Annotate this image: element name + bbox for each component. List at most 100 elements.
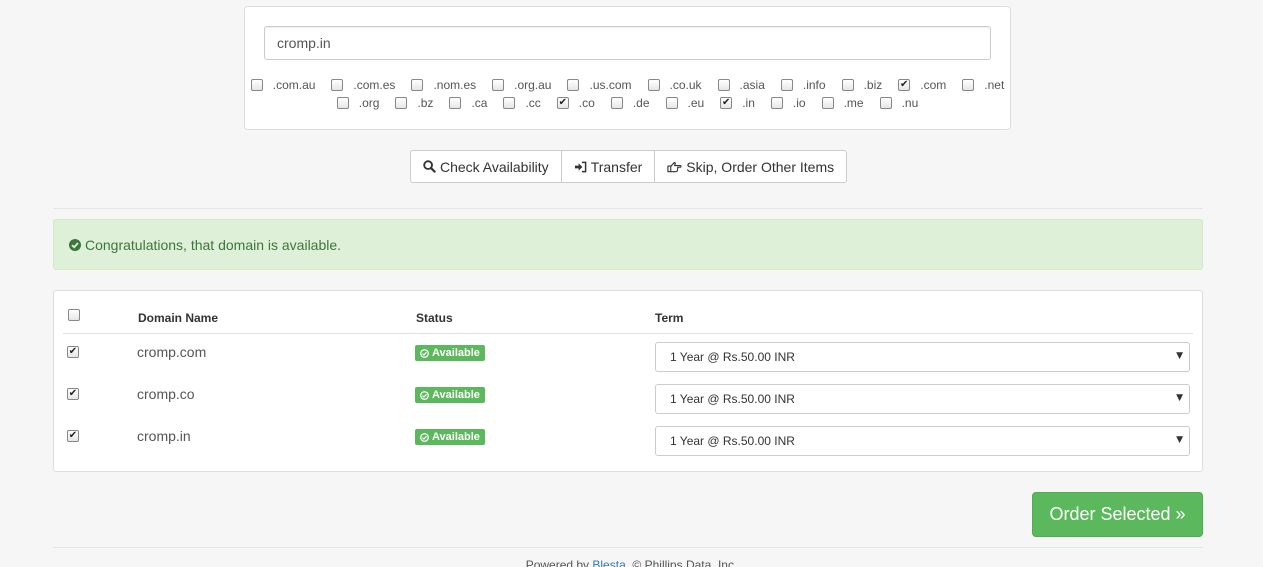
column-header-status: Status bbox=[416, 311, 453, 325]
table-row: ✔ cromp.co Available 1 Year @ Rs.50.00 INR ▼ bbox=[54, 375, 1202, 417]
tld-checkbox[interactable] bbox=[962, 79, 975, 91]
tld-label: .org bbox=[358, 96, 380, 110]
domain-action-buttons: Check Availability Transfer Skip, Order … bbox=[410, 150, 848, 183]
tld-label: .de bbox=[632, 96, 650, 110]
check-circle-icon bbox=[69, 238, 81, 251]
tld-checkbox[interactable] bbox=[770, 97, 783, 109]
search-icon bbox=[423, 160, 436, 173]
tld-checkbox[interactable] bbox=[492, 79, 505, 91]
tld-checkbox[interactable]: ✔ bbox=[556, 97, 569, 109]
tld-label: .bz bbox=[417, 96, 434, 110]
tld-label: .com.au bbox=[272, 78, 316, 92]
tld-checkbox[interactable] bbox=[821, 97, 834, 109]
tld-label: .biz bbox=[863, 78, 883, 92]
footer-suffix: , © Phillips Data, Inc. bbox=[625, 558, 738, 567]
tld-option[interactable]: .de bbox=[610, 94, 650, 112]
check-circle-icon bbox=[420, 390, 429, 400]
term-select[interactable]: 1 Year @ Rs.50.00 INR ▼ bbox=[655, 384, 1190, 414]
tld-checkbox[interactable] bbox=[780, 79, 793, 91]
chevron-down-icon: ▼ bbox=[1176, 393, 1183, 403]
tld-option[interactable]: .bz bbox=[395, 94, 433, 112]
order-selected-button[interactable]: Order Selected » bbox=[1032, 492, 1203, 537]
hand-point-right-icon bbox=[667, 161, 682, 172]
tld-label: .org.au bbox=[514, 78, 552, 92]
tld-options-row-1: .com.au .com.es .nom.es .org.au .us.com .co.u… bbox=[245, 76, 1010, 94]
transfer-button[interactable]: Transfer bbox=[560, 150, 656, 183]
tld-label: .cc bbox=[525, 96, 541, 110]
chevron-down-icon: ▼ bbox=[1176, 435, 1183, 445]
tld-label: .io bbox=[792, 96, 806, 110]
tld-checkbox[interactable] bbox=[665, 97, 678, 109]
tld-option[interactable]: .me bbox=[821, 94, 864, 112]
skip-order-other-button[interactable]: Skip, Order Other Items bbox=[654, 150, 848, 183]
tld-option[interactable]: .cc bbox=[503, 94, 541, 112]
alert-text: Congratulations, that domain is availabl… bbox=[85, 236, 342, 253]
tld-checkbox[interactable] bbox=[567, 79, 580, 91]
tld-option[interactable]: .co.uk bbox=[647, 76, 702, 94]
tld-option[interactable]: .info bbox=[780, 76, 826, 94]
check-circle-icon bbox=[420, 348, 429, 358]
row-checkbox[interactable]: ✔ bbox=[67, 346, 79, 358]
tld-checkbox[interactable] bbox=[449, 97, 462, 109]
tld-checkbox[interactable] bbox=[841, 79, 854, 91]
table-row: ✔ cromp.in Available 1 Year @ Rs.50.00 INR ▼ bbox=[54, 417, 1202, 459]
tld-label: .co bbox=[578, 96, 595, 110]
tld-options-row-2: .org .bz .ca .cc ✔ .co .de .eu ✔ .in .io .me .nu bbox=[245, 94, 1010, 112]
tld-option[interactable]: .org.au bbox=[492, 76, 551, 94]
tld-checkbox[interactable] bbox=[395, 97, 408, 109]
term-select[interactable]: 1 Year @ Rs.50.00 INR ▼ bbox=[655, 342, 1190, 372]
tld-option[interactable]: .com.es bbox=[331, 76, 395, 94]
domain-name: cromp.com bbox=[137, 344, 207, 360]
status-badge: Available bbox=[415, 387, 485, 403]
tld-label: .us.com bbox=[589, 78, 632, 92]
tld-checkbox[interactable] bbox=[503, 97, 516, 109]
tld-checkbox[interactable] bbox=[250, 79, 263, 91]
tld-checkbox[interactable] bbox=[610, 97, 623, 109]
term-select[interactable]: 1 Year @ Rs.50.00 INR ▼ bbox=[655, 426, 1190, 456]
row-checkbox[interactable]: ✔ bbox=[67, 430, 79, 442]
tld-option[interactable]: .nu bbox=[879, 94, 919, 112]
tld-checkbox[interactable]: ✔ bbox=[898, 79, 911, 91]
tld-option[interactable]: ✔ .co bbox=[556, 94, 595, 112]
status-text: Available bbox=[432, 347, 480, 359]
row-checkbox[interactable]: ✔ bbox=[67, 388, 79, 400]
tld-option[interactable]: .eu bbox=[665, 94, 704, 112]
tld-option[interactable]: .asia bbox=[717, 76, 765, 94]
sign-in-icon bbox=[574, 161, 587, 172]
tld-checkbox[interactable] bbox=[879, 97, 892, 109]
footer-prefix: Powered by bbox=[525, 558, 593, 567]
tld-checkbox[interactable] bbox=[411, 79, 424, 91]
tld-option[interactable]: .us.com bbox=[567, 76, 632, 94]
check-availability-button[interactable]: Check Availability bbox=[410, 150, 562, 183]
tld-option[interactable]: ✔ .com bbox=[898, 76, 946, 94]
tld-option[interactable]: ✔ .in bbox=[720, 94, 755, 112]
tld-label: .com.es bbox=[353, 78, 396, 92]
domain-search-input[interactable] bbox=[264, 26, 991, 60]
tld-option[interactable]: .io bbox=[770, 94, 806, 112]
tld-checkbox[interactable] bbox=[336, 97, 349, 109]
tld-checkbox[interactable] bbox=[717, 79, 730, 91]
tld-checkbox[interactable]: ✔ bbox=[720, 97, 733, 109]
status-text: Available bbox=[432, 389, 480, 401]
tld-label: .com bbox=[920, 78, 947, 92]
tld-option[interactable]: .com.au bbox=[250, 76, 316, 94]
status-badge: Available bbox=[415, 429, 485, 445]
domain-results-table: Domain Name Status Term ✔ cromp.com Availa… bbox=[53, 290, 1203, 472]
blesta-link[interactable]: Blesta bbox=[592, 558, 625, 567]
tld-label: .me bbox=[843, 96, 864, 110]
tld-checkbox[interactable] bbox=[331, 79, 344, 91]
tld-option[interactable]: .ca bbox=[449, 94, 487, 112]
tld-checkbox[interactable] bbox=[647, 79, 660, 91]
check-circle-icon bbox=[420, 432, 429, 442]
tld-label: .asia bbox=[739, 78, 765, 92]
tld-option[interactable]: .net bbox=[962, 76, 1004, 94]
tld-option[interactable]: .org bbox=[336, 94, 380, 112]
select-all-checkbox[interactable] bbox=[68, 309, 80, 321]
tld-label: .info bbox=[802, 78, 826, 92]
term-selected-value: 1 Year @ Rs.50.00 INR bbox=[670, 350, 795, 364]
tld-label: .nu bbox=[901, 96, 919, 110]
check-availability-label: Check Availability bbox=[440, 158, 549, 175]
tld-option[interactable]: .nom.es bbox=[411, 76, 476, 94]
tld-option[interactable]: .biz bbox=[841, 76, 883, 94]
tld-label: .nom.es bbox=[433, 78, 477, 92]
